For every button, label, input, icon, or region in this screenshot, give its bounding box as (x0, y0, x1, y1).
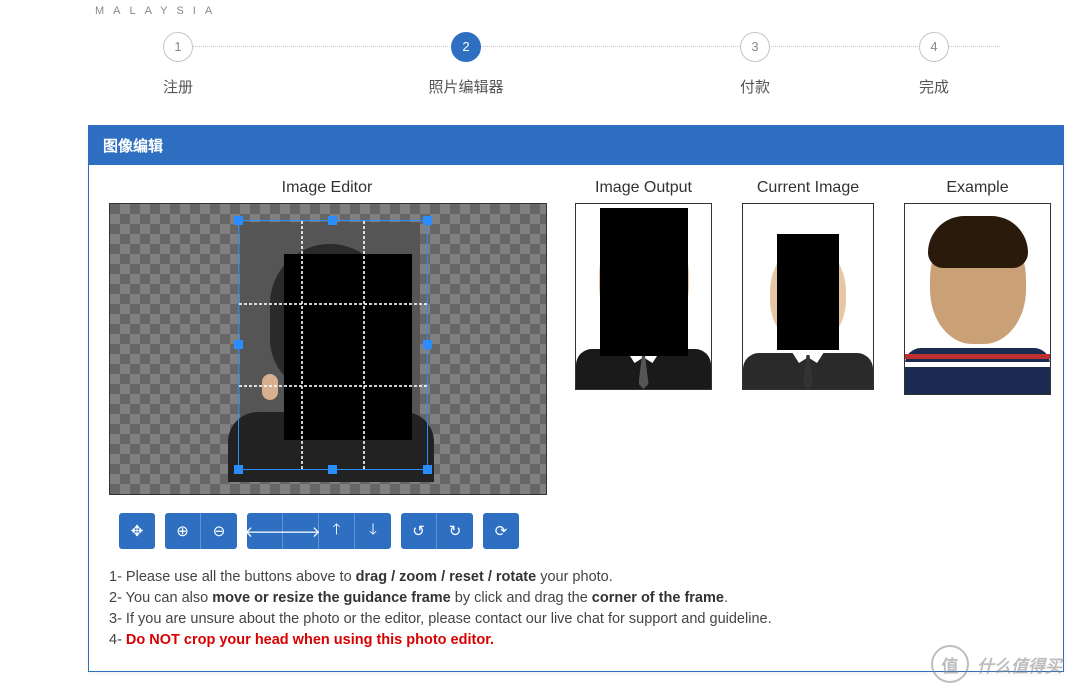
pan-group: 🡐 🡒 🡑 🡓 (247, 513, 391, 549)
shirt-stripe (905, 362, 1050, 367)
rotate-cw-icon: ↻ (449, 522, 462, 540)
arrow-right-icon: 🡒 (280, 522, 320, 541)
zoom-out-button[interactable]: ⊖ (201, 513, 237, 549)
watermark-badge-icon: 值 (931, 645, 969, 683)
editor-toolbar: ✥ ⊕ ⊖ 🡐 🡒 🡑 🡓 ↺ ↻ ⟳ (109, 513, 545, 549)
reset-button[interactable]: ⟳ (483, 513, 519, 549)
arrow-up-icon: 🡑 (333, 519, 341, 544)
instructions: 1- Please use all the buttons above to d… (109, 567, 1043, 651)
step-3: 3 付款 (695, 32, 815, 97)
watermark: 值 什么值得买 (931, 645, 1062, 683)
thumb-body (905, 348, 1050, 394)
progress-stepper: 1 注册 2 照片编辑器 3 付款 4 完成 (88, 22, 1050, 102)
rotate-cw-button[interactable]: ↻ (437, 513, 473, 549)
crop-handle-br[interactable] (423, 465, 432, 474)
move-icon: ✥ (131, 522, 144, 540)
rotate-group: ↺ ↻ (401, 513, 473, 549)
pan-down-button[interactable]: 🡓 (355, 513, 391, 549)
move-button[interactable]: ✥ (119, 513, 155, 549)
editor-canvas[interactable] (109, 203, 547, 495)
crop-guide (239, 303, 427, 305)
step-3-number: 3 (740, 32, 770, 62)
crop-guide (301, 221, 303, 469)
instruction-line-4: 4- Do NOT crop your head when using this… (109, 630, 1043, 651)
crop-handle-mr[interactable] (423, 340, 432, 349)
crop-guide (239, 385, 427, 387)
editor-title: Image Editor (109, 179, 545, 197)
output-thumbnail (575, 203, 712, 390)
brand-text: MALAYSIA (95, 5, 221, 17)
current-column: Current Image (742, 179, 874, 395)
crop-handle-tl[interactable] (234, 216, 243, 225)
arrow-left-icon: 🡐 (244, 522, 284, 541)
zoom-group: ⊕ ⊖ (165, 513, 237, 549)
instruction-line-3: 3- If you are unsure about the photo or … (109, 609, 1043, 630)
step-2: 2 照片编辑器 (406, 32, 526, 97)
pan-right-button[interactable]: 🡒 (283, 513, 319, 549)
step-4-number: 4 (919, 32, 949, 62)
current-title: Current Image (742, 179, 874, 197)
crop-handle-tm[interactable] (328, 216, 337, 225)
step-1: 1 注册 (118, 32, 238, 97)
editor-panel: 图像编辑 Image Editor (88, 125, 1064, 672)
shirt-stripe (905, 354, 1050, 359)
example-title: Example (904, 179, 1051, 197)
crop-handle-tr[interactable] (423, 216, 432, 225)
step-2-number: 2 (451, 32, 481, 62)
zoom-in-icon: ⊕ (176, 522, 189, 540)
rotate-ccw-icon: ↺ (412, 522, 425, 540)
crop-guide (363, 221, 365, 469)
instruction-line-1: 1- Please use all the buttons above to d… (109, 567, 1043, 588)
crop-handle-bl[interactable] (234, 465, 243, 474)
crop-frame[interactable] (238, 220, 428, 470)
arrow-down-icon: 🡓 (369, 519, 377, 544)
output-title: Image Output (575, 179, 712, 197)
watermark-text: 什么值得买 (977, 652, 1062, 677)
thumb-hair (928, 216, 1028, 268)
step-4-label: 完成 (874, 76, 994, 97)
example-thumbnail (904, 203, 1051, 395)
thumb-redaction (777, 234, 839, 350)
crop-handle-ml[interactable] (234, 340, 243, 349)
current-thumbnail (742, 203, 874, 390)
zoom-in-button[interactable]: ⊕ (165, 513, 201, 549)
example-column: Example (904, 179, 1051, 395)
step-1-number: 1 (163, 32, 193, 62)
step-3-label: 付款 (695, 76, 815, 97)
step-1-label: 注册 (118, 76, 238, 97)
reset-icon: ⟳ (495, 522, 508, 540)
crop-handle-bm[interactable] (328, 465, 337, 474)
thumb-redaction (600, 208, 688, 356)
output-column: Image Output (575, 179, 712, 395)
zoom-out-icon: ⊖ (213, 522, 226, 540)
preview-column: Image Output Current Image (575, 179, 1051, 395)
step-4: 4 完成 (874, 32, 994, 97)
rotate-ccw-button[interactable]: ↺ (401, 513, 437, 549)
panel-title: 图像编辑 (89, 126, 1063, 165)
instruction-line-2: 2- You can also move or resize the guida… (109, 588, 1043, 609)
step-2-label: 照片编辑器 (406, 76, 526, 97)
pan-up-button[interactable]: 🡑 (319, 513, 355, 549)
pan-left-button[interactable]: 🡐 (247, 513, 283, 549)
editor-column: Image Editor (109, 179, 545, 549)
